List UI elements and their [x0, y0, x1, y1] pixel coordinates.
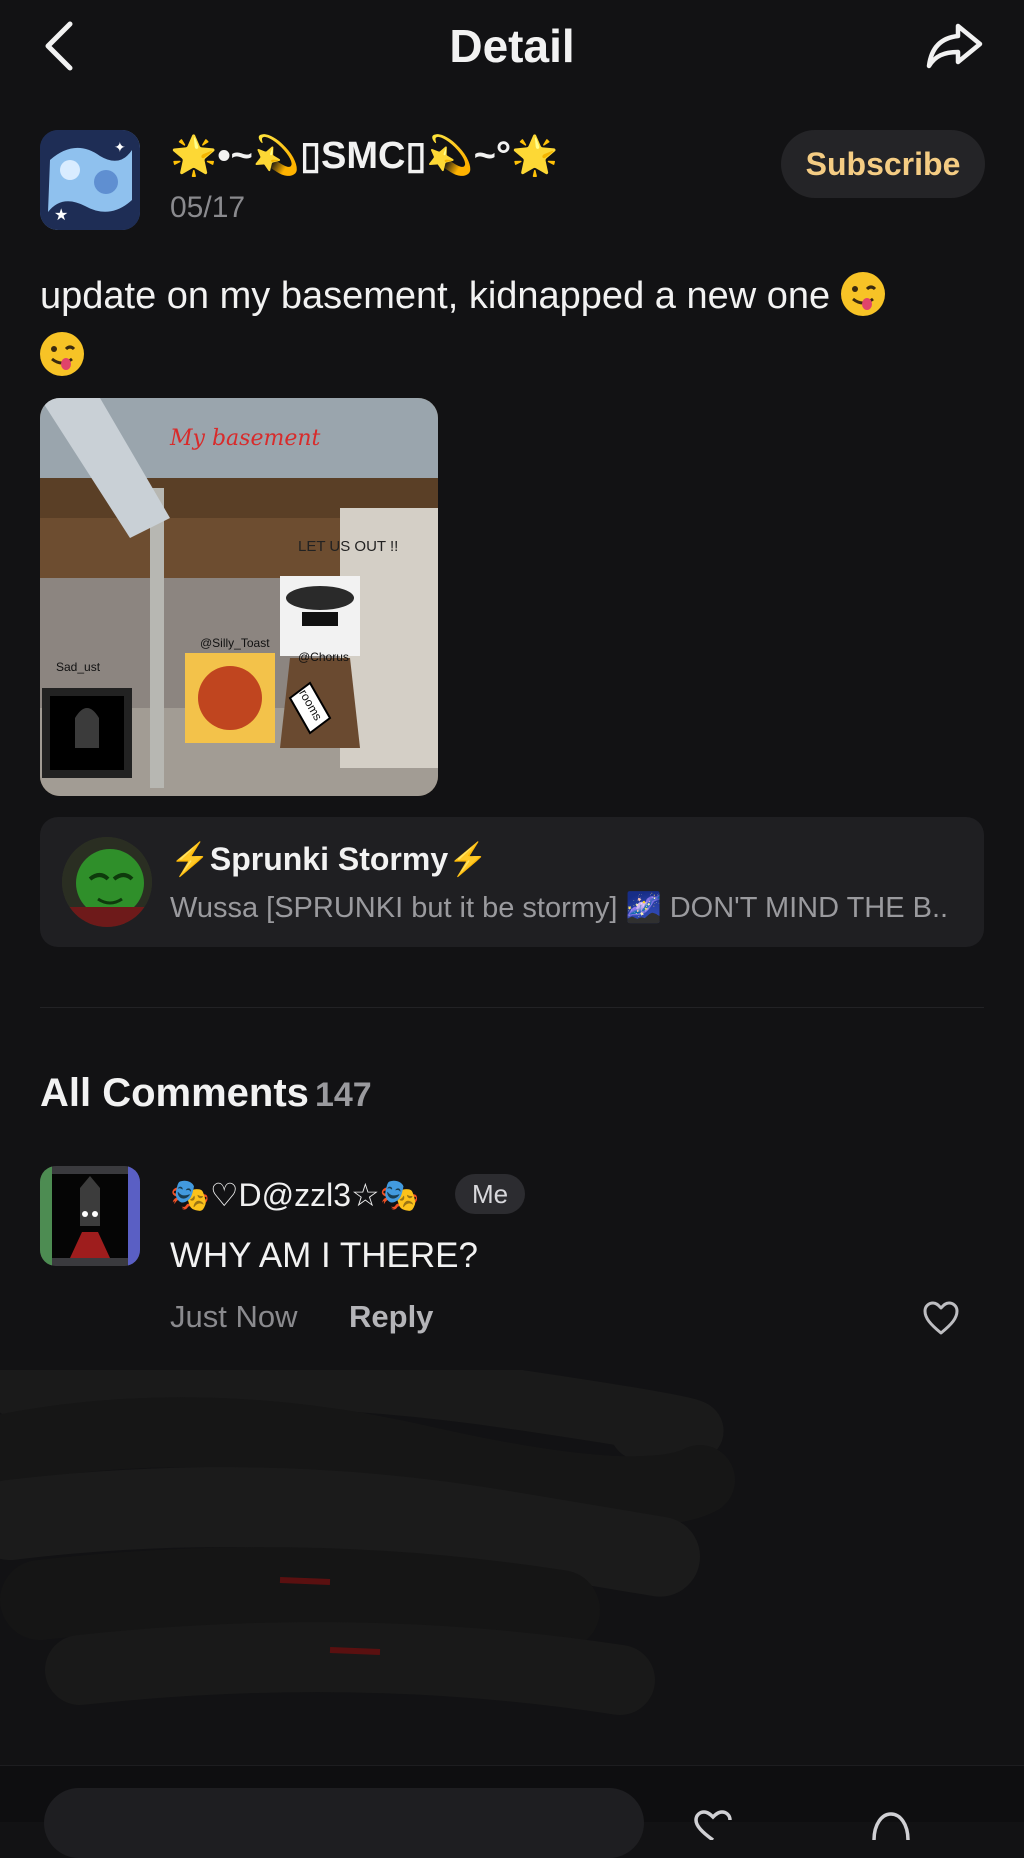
- post-text: update on my basement, kidnapped a new o…: [40, 266, 980, 386]
- game-description: Wussa [SPRUNKI but it be stormy] 🌌 DON'T…: [170, 892, 950, 924]
- svg-text:✦: ✦: [114, 139, 126, 155]
- post-date: 05/17: [170, 191, 246, 224]
- game-title-text: Sprunki Stormy: [209, 841, 449, 877]
- winking-tongue-emoji-icon-2: [40, 332, 84, 376]
- author-avatar[interactable]: ★ ✦: [40, 130, 140, 230]
- image-sticker-text: @Silly_Toast: [200, 636, 270, 650]
- page-title: Detail: [449, 20, 575, 72]
- commenter-name[interactable]: 🎭♡D@zzl3☆🎭: [170, 1174, 420, 1216]
- comments-heading: All Comments 147: [40, 1068, 372, 1120]
- comment-text: WHY AM I THERE?: [170, 1236, 478, 1275]
- image-caption: My basement: [170, 426, 321, 451]
- post-image-basement[interactable]: My basement LET US OUT !! @Silly_Toast @…: [40, 398, 438, 796]
- svg-text:★: ★: [54, 207, 68, 224]
- image-sticker-text: Sad_ust: [56, 660, 101, 674]
- back-chevron-icon[interactable]: [40, 18, 80, 74]
- heart-icon[interactable]: [922, 1300, 960, 1336]
- me-badge: Me: [455, 1174, 525, 1214]
- heart-icon[interactable]: [690, 1810, 736, 1842]
- subscribe-button[interactable]: Subscribe: [781, 130, 985, 198]
- comment-input[interactable]: [44, 1788, 644, 1858]
- lightning-icon: ⚡: [170, 841, 210, 877]
- scribbled-out-region: [0, 1347, 1024, 1750]
- comment-bubble-icon[interactable]: [868, 1810, 914, 1841]
- linked-game-card[interactable]: ⚡Sprunki Stormy⚡ Wussa [SPRUNKI but it b…: [40, 817, 984, 947]
- image-sticker-text: LET US OUT !!: [298, 538, 399, 555]
- post-body-text: update on my basement, kidnapped a new o…: [40, 275, 831, 317]
- comments-count: 147: [314, 1076, 372, 1114]
- lightning-icon: ⚡: [448, 841, 488, 877]
- commenter-avatar[interactable]: [40, 1166, 140, 1266]
- reply-button[interactable]: Reply: [349, 1296, 433, 1338]
- winking-tongue-emoji-icon: [840, 272, 885, 316]
- author-name[interactable]: 🌟•~💫▯SMC▯💫~°🌟: [170, 132, 558, 180]
- divider: [40, 1007, 984, 1008]
- game-avatar: [62, 837, 152, 927]
- game-title: ⚡Sprunki Stormy⚡: [170, 839, 488, 879]
- comments-heading-label: All Comments: [40, 1071, 309, 1115]
- share-arrow-icon[interactable]: [924, 20, 984, 72]
- image-sticker-text: @Chorus: [298, 650, 349, 664]
- comment-timestamp: Just Now: [170, 1299, 298, 1334]
